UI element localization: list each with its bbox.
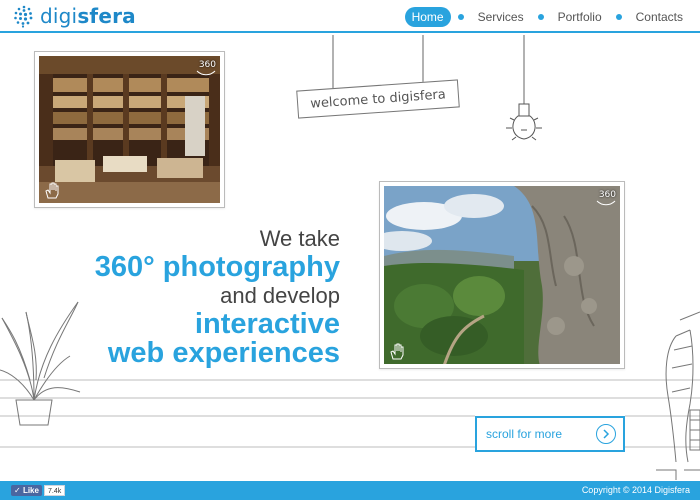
site-header: digisfera Home Services Portfolio Contac… (0, 0, 700, 33)
hero-line-photography: 360° photography (94, 251, 340, 283)
panorama-photo-garden[interactable]: 360 (379, 181, 625, 369)
nav-portfolio[interactable]: Portfolio (551, 7, 609, 27)
nav-services[interactable]: Services (471, 7, 531, 27)
drag-hand-icon (45, 182, 59, 199)
rotate-arrow-icon (596, 200, 616, 206)
hero-line-web-experiences: web experiences (107, 337, 340, 369)
nav-separator-dot (537, 14, 544, 20)
bookstore-image (39, 56, 220, 203)
nav-separator-dot (457, 14, 464, 20)
page: digisfera Home Services Portfolio Contac… (0, 0, 700, 500)
hero-heading: We take 360° photography and develop int… (95, 225, 340, 368)
desk-objects-sketch (656, 311, 700, 480)
welcome-sign-text: welcome to digisfera (309, 86, 447, 112)
nav-separator-dot (615, 14, 622, 20)
plant-sketch (0, 301, 81, 426)
main-nav: Home Services Portfolio Contacts (404, 7, 690, 27)
panorama-photo-bookstore[interactable]: 360 (34, 51, 225, 208)
garden-image (384, 186, 620, 364)
scroll-for-more-button[interactable]: scroll for more (475, 416, 625, 452)
like-count: 7.4k (44, 485, 66, 496)
chevron-right-icon (596, 424, 616, 444)
badge-360: 360 (598, 190, 616, 200)
welcome-sign: welcome to digisfera (296, 79, 460, 119)
drag-hand-icon (390, 343, 404, 360)
hero-line-and-develop: and develop (220, 283, 340, 308)
logo[interactable]: digisfera (12, 4, 136, 28)
logo-sphere-icon (14, 5, 33, 28)
logo-text: digisfera (40, 4, 136, 28)
scroll-for-more-label: scroll for more (486, 427, 563, 441)
badge-360: 360 (198, 60, 216, 70)
logo-text-part1: digi (40, 4, 78, 28)
light-bulb-icon (506, 103, 542, 141)
nav-home[interactable]: Home (404, 7, 451, 27)
rotate-arrow-icon (196, 70, 216, 76)
copyright-text: Copyright © 2014 Digisfera (581, 485, 690, 495)
hero-line-interactive: interactive (194, 308, 340, 340)
logo-text-part2: sfera (77, 4, 136, 28)
like-label: Like (22, 486, 39, 495)
facebook-like-button[interactable]: ✓ Like (11, 485, 42, 496)
site-footer: ✓ Like 7.4k Copyright © 2014 Digisfera (0, 481, 700, 500)
nav-contacts[interactable]: Contacts (629, 7, 690, 27)
hero-line-we-take: We take (259, 226, 340, 251)
